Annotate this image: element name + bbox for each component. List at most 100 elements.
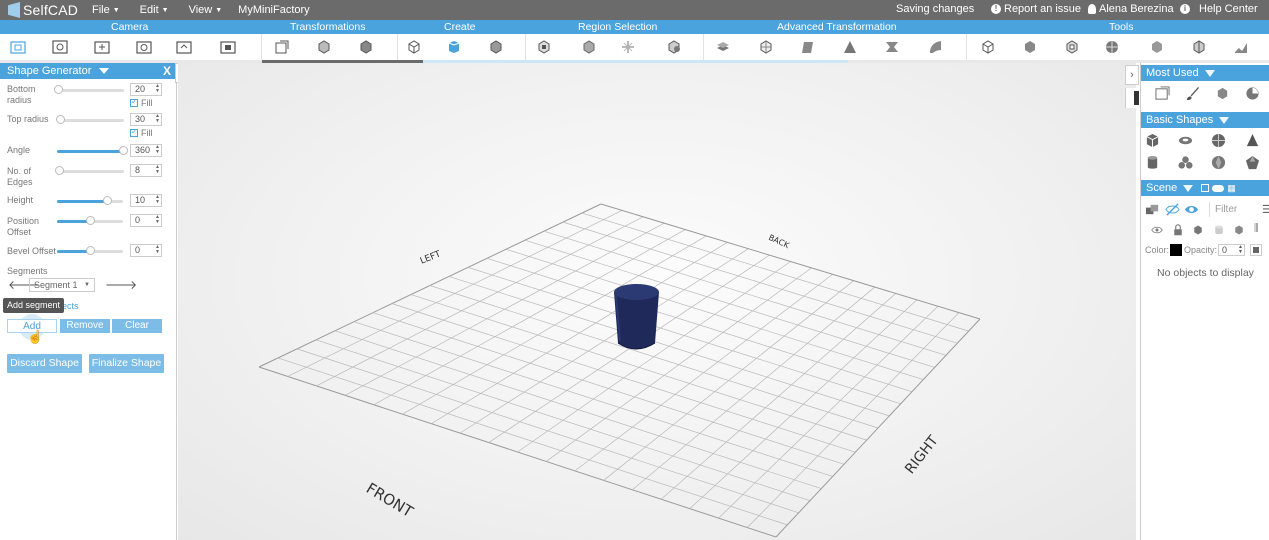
select-edge-icon[interactable] (620, 39, 636, 55)
bevel-icon[interactable] (800, 39, 816, 55)
object-sphere-icon[interactable] (1245, 86, 1260, 101)
box-mini-icon[interactable] (1233, 224, 1245, 236)
select-tool-icon[interactable] (1155, 86, 1170, 101)
menu-file[interactable]: File ▼ (92, 4, 120, 16)
bevel-offset-input[interactable]: 0 ▲ ▼ (130, 244, 162, 257)
shape-generator-icon[interactable] (446, 39, 462, 55)
torus-shape-icon[interactable] (1178, 133, 1193, 148)
tool-sphere-icon[interactable] (1104, 39, 1120, 55)
scene-filter-input[interactable]: Filter (1209, 202, 1259, 217)
menu-edit[interactable]: Edit ▼ (140, 4, 169, 16)
stepper-icon[interactable]: ▲ ▼ (155, 114, 160, 124)
angle-slider[interactable] (57, 146, 128, 155)
tool-sketch-icon[interactable] (1233, 39, 1249, 55)
selfcad-logo[interactable]: SelfCAD (0, 0, 84, 20)
subdivide-icon[interactable] (758, 39, 774, 55)
help-center-link[interactable]: i Help Center (1180, 3, 1258, 15)
material-button[interactable] (1250, 244, 1262, 256)
icosahedron-shape-icon[interactable] (1245, 155, 1260, 170)
panel-resize-handle[interactable] (1125, 88, 1139, 108)
bottom-fill-checkbox[interactable]: Fill (130, 97, 153, 108)
eye-icon[interactable] (1184, 202, 1199, 217)
cone-shape-icon[interactable] (1245, 133, 1260, 148)
clear-segments-button[interactable]: Clear (112, 319, 162, 333)
cube-shape-icon[interactable] (1145, 133, 1160, 148)
dome-shape-icon[interactable] (1178, 155, 1193, 170)
select-region-icon[interactable] (536, 39, 552, 55)
scale-tool-icon[interactable] (358, 39, 374, 55)
taper-icon[interactable] (842, 39, 858, 55)
bevel-offset-slider[interactable] (57, 246, 123, 255)
report-issue-link[interactable]: ! Report an issue (991, 3, 1081, 15)
arrow-right-icon[interactable]: 🡒 (105, 277, 137, 292)
tool-slice-icon[interactable] (1149, 39, 1165, 55)
discard-shape-button[interactable]: Discard Shape (7, 354, 82, 373)
camera-snapshot-icon[interactable] (220, 39, 236, 55)
bend-icon[interactable] (927, 39, 943, 55)
camera-fit-icon[interactable] (10, 39, 26, 55)
menu-view[interactable]: View ▼ (189, 4, 223, 16)
columns-icon[interactable]: ⫼ (1254, 223, 1259, 234)
grid-view-icon[interactable]: ▦ (1227, 183, 1236, 194)
object-cube-icon[interactable] (1215, 86, 1230, 101)
cylinder-mini-icon[interactable] (1213, 224, 1225, 236)
create-cube-icon[interactable] (406, 39, 422, 55)
lock-icon[interactable] (1172, 224, 1184, 236)
collapse-right-panel-icon[interactable]: › (1125, 65, 1139, 85)
camera-pan-icon[interactable] (94, 39, 110, 55)
bottom-radius-input[interactable]: 20 ▲ ▼ (130, 83, 162, 96)
sphere-shape-icon[interactable] (1211, 133, 1226, 148)
opacity-input[interactable]: 0 ▲ ▼ (1218, 244, 1245, 256)
filter-icon[interactable] (1219, 116, 1230, 124)
solid-cube-icon[interactable] (1192, 224, 1204, 236)
tool-split-icon[interactable] (1191, 39, 1207, 55)
3d-viewport[interactable]: LEFT BACK FRONT RIGHT (178, 63, 1136, 540)
slider-knob[interactable] (55, 166, 64, 175)
select-vertex-icon[interactable] (666, 39, 682, 55)
project-name[interactable]: MyMiniFactory (238, 4, 310, 16)
rotate-tool-icon[interactable] (316, 39, 332, 55)
edges-slider[interactable] (55, 166, 124, 175)
twist-icon[interactable] (884, 39, 900, 55)
edges-input[interactable]: 8 ▲ ▼ (130, 164, 162, 177)
stepper-icon[interactable]: ▲ ▼ (155, 84, 160, 94)
camera-rotate-icon[interactable] (136, 39, 152, 55)
create-box-icon[interactable] (488, 39, 504, 55)
camera-view-icon[interactable] (176, 39, 192, 55)
cylinder-shape-icon[interactable] (1145, 155, 1160, 170)
visibility-toggle-icon[interactable] (1165, 202, 1180, 217)
checkbox-checked-icon[interactable] (130, 127, 138, 137)
toggle-box-icon[interactable] (1201, 184, 1210, 192)
checkbox-checked-icon[interactable] (130, 97, 138, 107)
stepper-icon[interactable]: ▲ ▼ (155, 215, 160, 225)
move-tool-icon[interactable] (274, 39, 290, 55)
stepper-icon[interactable]: ▲ ▼ (155, 145, 160, 155)
polyhedron-shape-icon[interactable] (1211, 155, 1226, 170)
slider-knob[interactable] (54, 85, 63, 94)
position-offset-input[interactable]: 0 ▲ ▼ (130, 214, 162, 227)
top-radius-slider[interactable] (56, 115, 124, 124)
top-radius-input[interactable]: 30 ▲ ▼ (130, 113, 162, 126)
tool-hollow-icon[interactable] (1064, 39, 1080, 55)
camera-zoom-icon[interactable] (52, 39, 68, 55)
slider-knob[interactable] (86, 216, 95, 225)
finalize-shape-button[interactable]: Finalize Shape (89, 354, 164, 373)
remove-segment-button[interactable]: Remove (60, 319, 110, 333)
dropdown-caret-icon[interactable] (99, 68, 110, 74)
filter-icon[interactable] (1204, 69, 1215, 77)
group-objects-icon[interactable] (1145, 202, 1160, 217)
cylinder-shape[interactable] (608, 281, 668, 353)
slider-knob[interactable] (86, 246, 95, 255)
slider-knob[interactable] (56, 115, 65, 124)
top-fill-checkbox[interactable]: Fill (130, 127, 153, 138)
partial-link-text[interactable]: ects (62, 301, 79, 311)
height-input[interactable]: 10 ▲ ▼ (130, 194, 162, 207)
tool-solid-icon[interactable] (1022, 39, 1038, 55)
height-slider[interactable] (57, 196, 123, 205)
slider-knob[interactable] (102, 196, 112, 205)
select-face-icon[interactable] (581, 39, 597, 55)
stepper-icon[interactable]: ▲ ▼ (155, 165, 160, 175)
user-menu[interactable]: Alena Berezina (1088, 3, 1174, 15)
filter-icon[interactable] (1183, 184, 1194, 192)
brush-icon[interactable] (1185, 86, 1200, 101)
